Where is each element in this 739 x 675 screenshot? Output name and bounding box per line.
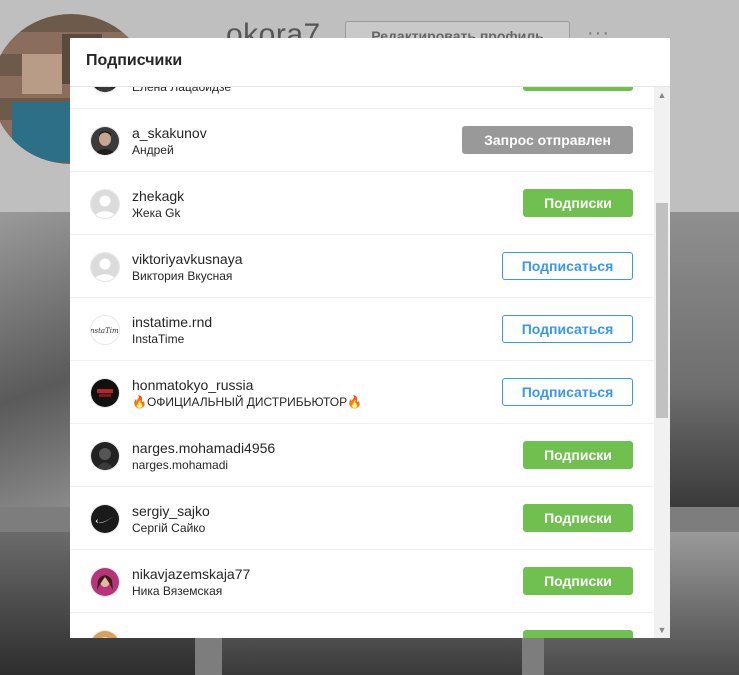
following-button[interactable] [523, 630, 633, 638]
follower-row: zhekagk Жека Gk Подписки [70, 172, 654, 235]
post-thumbnail [669, 212, 739, 507]
scroll-down-arrow-icon[interactable]: ▼ [654, 622, 670, 638]
follower-avatar[interactable] [90, 126, 120, 156]
follower-row: a_skakunov Андрей Запрос отправлен [70, 109, 654, 172]
svg-text:InstaTime: InstaTime [91, 327, 119, 335]
follower-row [70, 613, 654, 638]
request-sent-button[interactable]: Запрос отправлен [462, 126, 633, 154]
follower-row: narges.mohamadi4956 narges.mohamadi Подпис… [70, 424, 654, 487]
follower-fullname: Сергій Сайко [132, 521, 206, 535]
follower-fullname: InstaTime [132, 332, 185, 346]
following-button[interactable]: Подписки [523, 441, 633, 469]
follower-row: nikavjazemskaja77 Ника Вяземская Подписки [70, 550, 654, 613]
follow-button[interactable]: Подписаться [502, 315, 633, 343]
modal-header: Подписчики [70, 38, 670, 87]
follower-avatar[interactable] [90, 252, 120, 282]
scrollbar[interactable]: ▲ ▼ [654, 87, 670, 638]
follower-row: sergiy_sajko Сергій Сайко Подписки [70, 487, 654, 550]
follower-row: honmatokyo_russia 🔥ОФИЦИАЛЬНЫЙ ДИСТРИБЬЮТ… [70, 361, 654, 424]
follower-username[interactable]: a_skakunov [132, 125, 207, 141]
follower-fullname: Андрей [132, 143, 174, 157]
following-button[interactable]: Подписки [523, 504, 633, 532]
follow-button[interactable]: Подписаться [502, 252, 633, 280]
follower-avatar[interactable] [90, 87, 120, 93]
follower-avatar[interactable] [90, 378, 120, 408]
follower-avatar[interactable] [90, 630, 120, 638]
follower-username[interactable]: narges.mohamadi4956 [132, 440, 275, 456]
follow-button[interactable]: Подписаться [502, 378, 633, 406]
follower-row: Елена Лацабидзе Подписки [70, 87, 654, 109]
follower-username[interactable]: viktoriyavkusnaya [132, 251, 243, 267]
follower-fullname: 🔥ОФИЦИАЛЬНЫЙ ДИСТРИБЬЮТОР🔥 [132, 395, 363, 409]
follower-fullname: Ника Вяземская [132, 584, 223, 598]
follower-fullname: narges.mohamadi [132, 458, 229, 472]
scrollbar-thumb[interactable] [656, 203, 668, 418]
follower-avatar[interactable] [90, 567, 120, 597]
follower-username[interactable]: instatime.rnd [132, 314, 212, 330]
following-button[interactable]: Подписки [523, 567, 633, 595]
follower-avatar[interactable] [90, 441, 120, 471]
follower-fullname: Жека Gk [132, 206, 181, 220]
follower-username[interactable]: nikavjazemskaja77 [132, 566, 250, 582]
follower-fullname: Елена Лацабидзе [132, 87, 232, 94]
scroll-up-arrow-icon[interactable]: ▲ [654, 87, 670, 103]
follower-avatar[interactable] [90, 504, 120, 534]
followers-list[interactable]: Елена Лацабидзе Подписки a_skakunov Андрей З… [70, 87, 654, 638]
follower-username[interactable]: zhekagk [132, 188, 184, 204]
followers-modal: Подписчики Елена Лацабидзе Подписки a_skak… [70, 38, 670, 638]
follower-username[interactable]: sergiy_sajko [132, 503, 210, 519]
follower-row: InstaTime instatime.rnd InstaTime Подписать… [70, 298, 654, 361]
follower-row: viktoriyavkusnaya Виктория Вкусная Подписа… [70, 235, 654, 298]
follower-fullname: Виктория Вкусная [132, 269, 233, 283]
follower-avatar[interactable]: InstaTime [90, 315, 120, 345]
modal-title: Подписчики [86, 52, 183, 69]
following-button[interactable]: Подписки [523, 87, 633, 91]
post-thumbnail [0, 212, 70, 507]
follower-username[interactable]: honmatokyo_russia [132, 377, 253, 393]
following-button[interactable]: Подписки [523, 189, 633, 217]
follower-avatar[interactable] [90, 189, 120, 219]
